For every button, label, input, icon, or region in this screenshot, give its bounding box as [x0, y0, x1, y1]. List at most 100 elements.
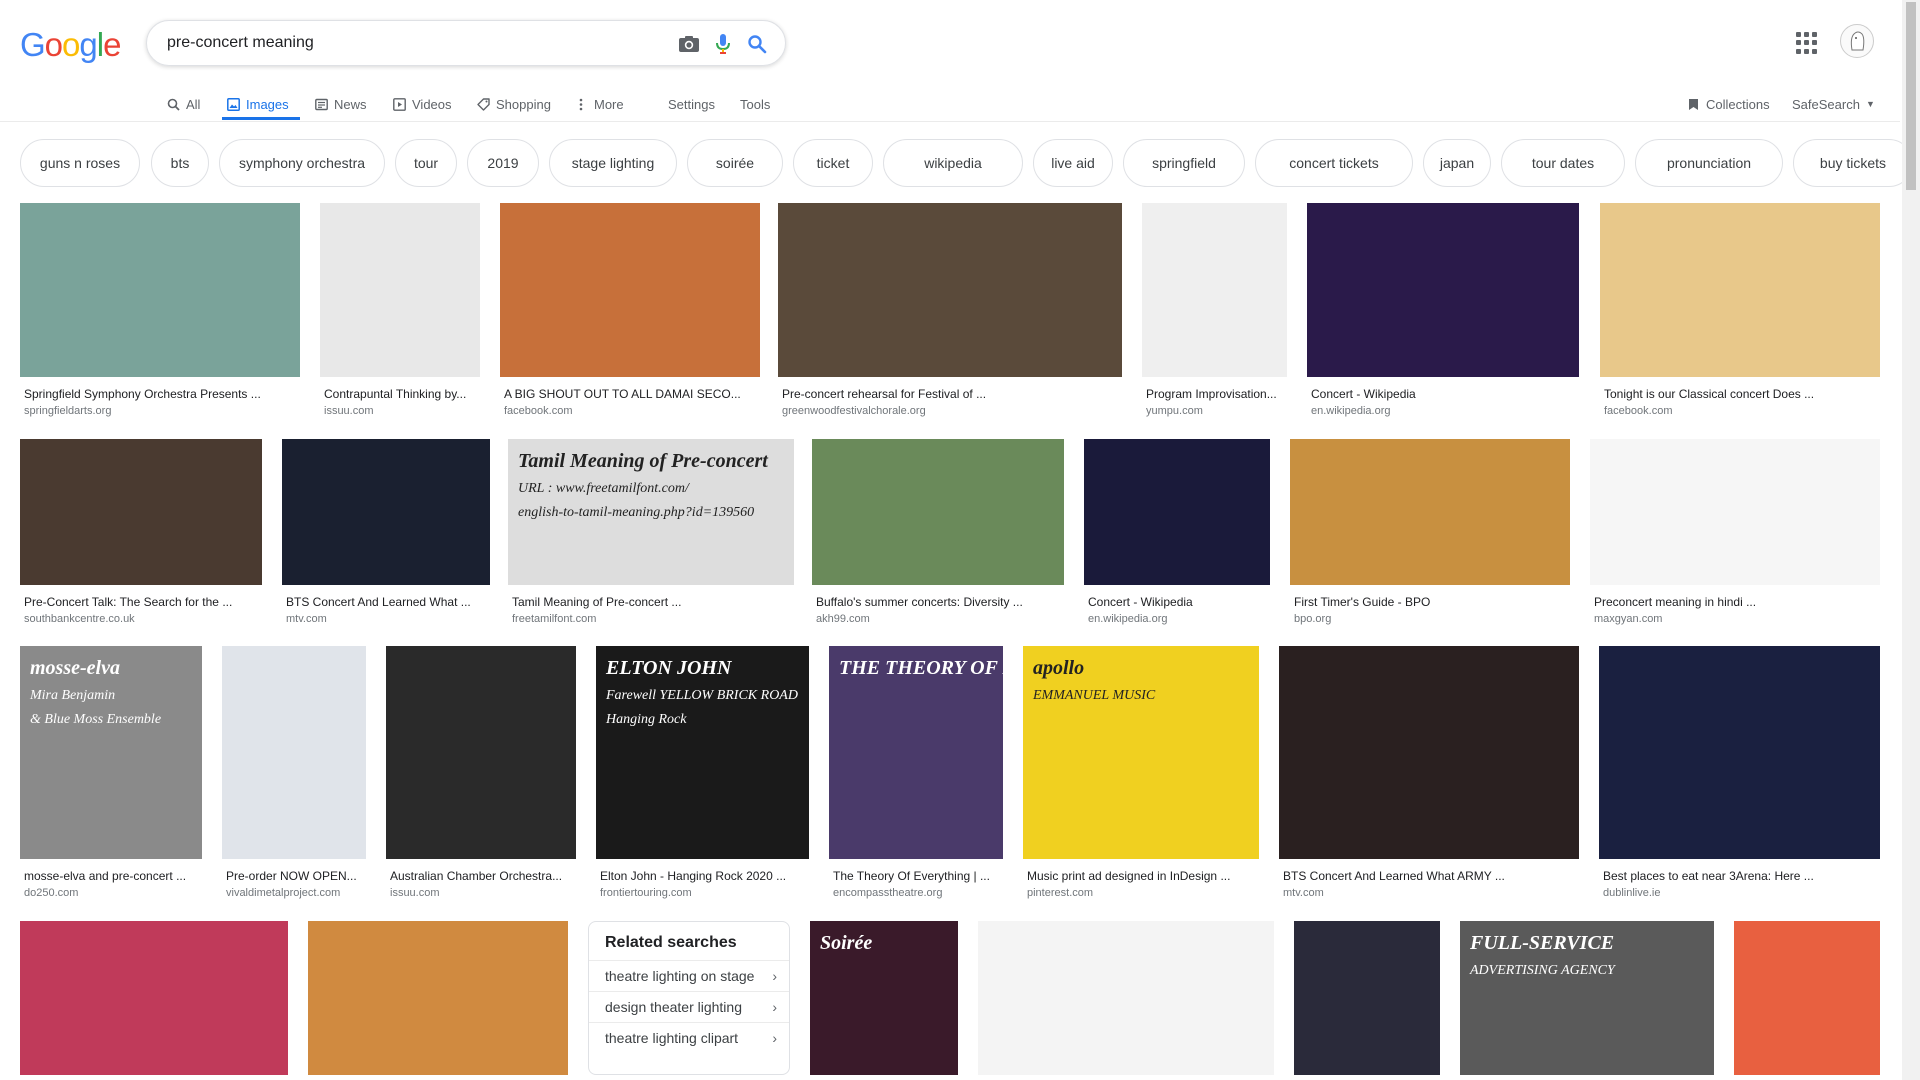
- tab-images[interactable]: Images: [226, 92, 289, 116]
- image-result[interactable]: Buffalo's summer concerts: Diversity ...…: [812, 439, 1064, 627]
- result-caption[interactable]: Elton John - Hanging Rock 2020 ...: [600, 869, 805, 883]
- result-thumbnail[interactable]: [1307, 203, 1579, 377]
- result-thumbnail[interactable]: Soirée: [810, 921, 958, 1075]
- result-caption[interactable]: A BIG SHOUT OUT TO ALL DAMAI SECO...: [504, 387, 756, 401]
- result-thumbnail[interactable]: [1142, 203, 1287, 377]
- image-result[interactable]: Tamil Meaning of Pre-concert URL : www.fr…: [508, 439, 794, 627]
- image-result[interactable]: A BIG SHOUT OUT TO ALL DAMAI SECO... face…: [500, 203, 760, 419]
- result-caption[interactable]: BTS Concert And Learned What ...: [286, 595, 486, 609]
- result-caption[interactable]: Tonight is our Classical concert Does ..…: [1604, 387, 1876, 401]
- result-thumbnail[interactable]: [222, 646, 366, 859]
- image-result[interactable]: Australian Chamber Orchestra... issuu.com: [386, 646, 576, 901]
- result-thumbnail[interactable]: [20, 439, 262, 585]
- image-result[interactable]: apollo EMMANUEL MUSIC Music print ad desig…: [1023, 646, 1259, 901]
- result-thumbnail[interactable]: [1294, 921, 1440, 1075]
- image-result[interactable]: Soirée: [810, 921, 958, 1075]
- camera-icon[interactable]: [677, 32, 701, 56]
- result-thumbnail[interactable]: [778, 203, 1122, 377]
- result-caption[interactable]: Tamil Meaning of Pre-concert ...: [512, 595, 790, 609]
- apps-grid-icon[interactable]: [1796, 32, 1818, 54]
- related-search-item[interactable]: theatre lighting clipart ›: [589, 1022, 789, 1053]
- result-thumbnail[interactable]: [20, 203, 300, 377]
- result-thumbnail[interactable]: THE THEORY OF EVERYTHING: [829, 646, 1003, 859]
- result-thumbnail[interactable]: [308, 921, 568, 1075]
- result-thumbnail[interactable]: apollo EMMANUEL MUSIC: [1023, 646, 1259, 859]
- result-thumbnail[interactable]: [282, 439, 490, 585]
- image-result[interactable]: FULL-SERVICE ADVERTISING AGENCY: [1460, 921, 1714, 1075]
- image-result[interactable]: mosse-elva Mira Benjamin & Blue Moss Ensem…: [20, 646, 202, 901]
- suggestion-chip[interactable]: stage lighting: [549, 139, 677, 187]
- result-caption[interactable]: Concert - Wikipedia: [1311, 387, 1575, 401]
- result-thumbnail[interactable]: [320, 203, 480, 377]
- result-caption[interactable]: Pre-Concert Talk: The Search for the ...: [24, 595, 258, 609]
- result-caption[interactable]: Program Improvisation...: [1146, 387, 1283, 401]
- image-result[interactable]: [1734, 921, 1880, 1075]
- image-result[interactable]: BTS Concert And Learned What ... mtv.com: [282, 439, 490, 627]
- image-result[interactable]: [1294, 921, 1440, 1075]
- suggestion-chip[interactable]: wikipedia: [883, 139, 1023, 187]
- image-result[interactable]: [20, 921, 288, 1075]
- account-avatar[interactable]: [1840, 24, 1874, 58]
- result-caption[interactable]: The Theory Of Everything | ...: [833, 869, 999, 883]
- result-thumbnail[interactable]: [1590, 439, 1880, 585]
- image-result[interactable]: [978, 921, 1274, 1075]
- result-caption[interactable]: Concert - Wikipedia: [1088, 595, 1266, 609]
- google-logo[interactable]: Google: [20, 26, 121, 64]
- tab-shopping[interactable]: Shopping: [476, 92, 551, 116]
- safesearch-menu[interactable]: SafeSearch ▼: [1792, 92, 1875, 116]
- result-caption[interactable]: Best places to eat near 3Arena: Here ...: [1603, 869, 1876, 883]
- page-scrollbar[interactable]: [1902, 0, 1920, 1080]
- tab-news[interactable]: News: [314, 92, 367, 116]
- result-caption[interactable]: Springfield Symphony Orchestra Presents …: [24, 387, 296, 401]
- result-caption[interactable]: Pre-concert rehearsal for Festival of ..…: [782, 387, 1118, 401]
- image-result[interactable]: [308, 921, 568, 1075]
- result-thumbnail[interactable]: [1734, 921, 1880, 1075]
- suggestion-chip[interactable]: bts: [151, 139, 209, 187]
- scrollbar-thumb[interactable]: [1906, 2, 1916, 190]
- result-thumbnail[interactable]: [1279, 646, 1579, 859]
- image-result[interactable]: Pre-order NOW OPEN... vivaldimetalproject…: [222, 646, 366, 901]
- result-thumbnail[interactable]: [386, 646, 576, 859]
- result-thumbnail[interactable]: [1084, 439, 1270, 585]
- result-caption[interactable]: First Timer's Guide - BPO: [1294, 595, 1566, 609]
- result-caption[interactable]: mosse-elva and pre-concert ...: [24, 869, 198, 883]
- suggestion-chip[interactable]: pronunciation: [1635, 139, 1783, 187]
- related-search-item[interactable]: theatre lighting on stage ›: [589, 960, 789, 991]
- search-box[interactable]: pre-concert meaning: [146, 20, 786, 66]
- result-caption[interactable]: Preconcert meaning in hindi ...: [1594, 595, 1876, 609]
- result-caption[interactable]: Australian Chamber Orchestra...: [390, 869, 572, 883]
- suggestion-chip[interactable]: japan: [1423, 139, 1491, 187]
- image-result[interactable]: Concert - Wikipedia en.wikipedia.org: [1307, 203, 1579, 419]
- result-thumbnail[interactable]: [1600, 203, 1880, 377]
- image-result[interactable]: Best places to eat near 3Arena: Here ...…: [1599, 646, 1880, 901]
- image-result[interactable]: Pre-Concert Talk: The Search for the ...…: [20, 439, 262, 627]
- result-caption[interactable]: Contrapuntal Thinking by...: [324, 387, 476, 401]
- tab-more[interactable]: More: [574, 92, 624, 116]
- suggestion-chip[interactable]: live aid: [1033, 139, 1113, 187]
- image-result[interactable]: Contrapuntal Thinking by... issuu.com: [320, 203, 480, 419]
- result-caption[interactable]: Buffalo's summer concerts: Diversity ...: [816, 595, 1060, 609]
- image-result[interactable]: ELTON JOHN Farewell YELLOW BRICK ROAD Hang…: [596, 646, 809, 901]
- tab-settings[interactable]: Settings: [668, 92, 715, 116]
- image-result[interactable]: Program Improvisation... yumpu.com: [1142, 203, 1287, 419]
- result-thumbnail[interactable]: [20, 921, 288, 1075]
- image-result[interactable]: THE THEORY OF EVERYTHING The Theory Of Ev…: [829, 646, 1003, 901]
- suggestion-chip[interactable]: 2019: [467, 139, 539, 187]
- image-result[interactable]: Tonight is our Classical concert Does ..…: [1600, 203, 1880, 419]
- image-result[interactable]: Pre-concert rehearsal for Festival of ..…: [778, 203, 1122, 419]
- related-search-item[interactable]: design theater lighting ›: [589, 991, 789, 1022]
- result-thumbnail[interactable]: FULL-SERVICE ADVERTISING AGENCY: [1460, 921, 1714, 1075]
- suggestion-chip[interactable]: springfield: [1123, 139, 1245, 187]
- suggestion-chip[interactable]: tour dates: [1501, 139, 1625, 187]
- result-thumbnail[interactable]: [812, 439, 1064, 585]
- result-caption[interactable]: Music print ad designed in InDesign ...: [1027, 869, 1255, 883]
- result-thumbnail[interactable]: [500, 203, 760, 377]
- result-thumbnail[interactable]: ELTON JOHN Farewell YELLOW BRICK ROAD Hang…: [596, 646, 809, 859]
- suggestion-chip[interactable]: tour: [395, 139, 457, 187]
- result-thumbnail[interactable]: [978, 921, 1274, 1075]
- image-result[interactable]: BTS Concert And Learned What ARMY ... mtv…: [1279, 646, 1579, 901]
- result-caption[interactable]: Pre-order NOW OPEN...: [226, 869, 362, 883]
- result-thumbnail[interactable]: [1599, 646, 1880, 859]
- result-caption[interactable]: BTS Concert And Learned What ARMY ...: [1283, 869, 1575, 883]
- collections-link[interactable]: Collections: [1686, 92, 1770, 116]
